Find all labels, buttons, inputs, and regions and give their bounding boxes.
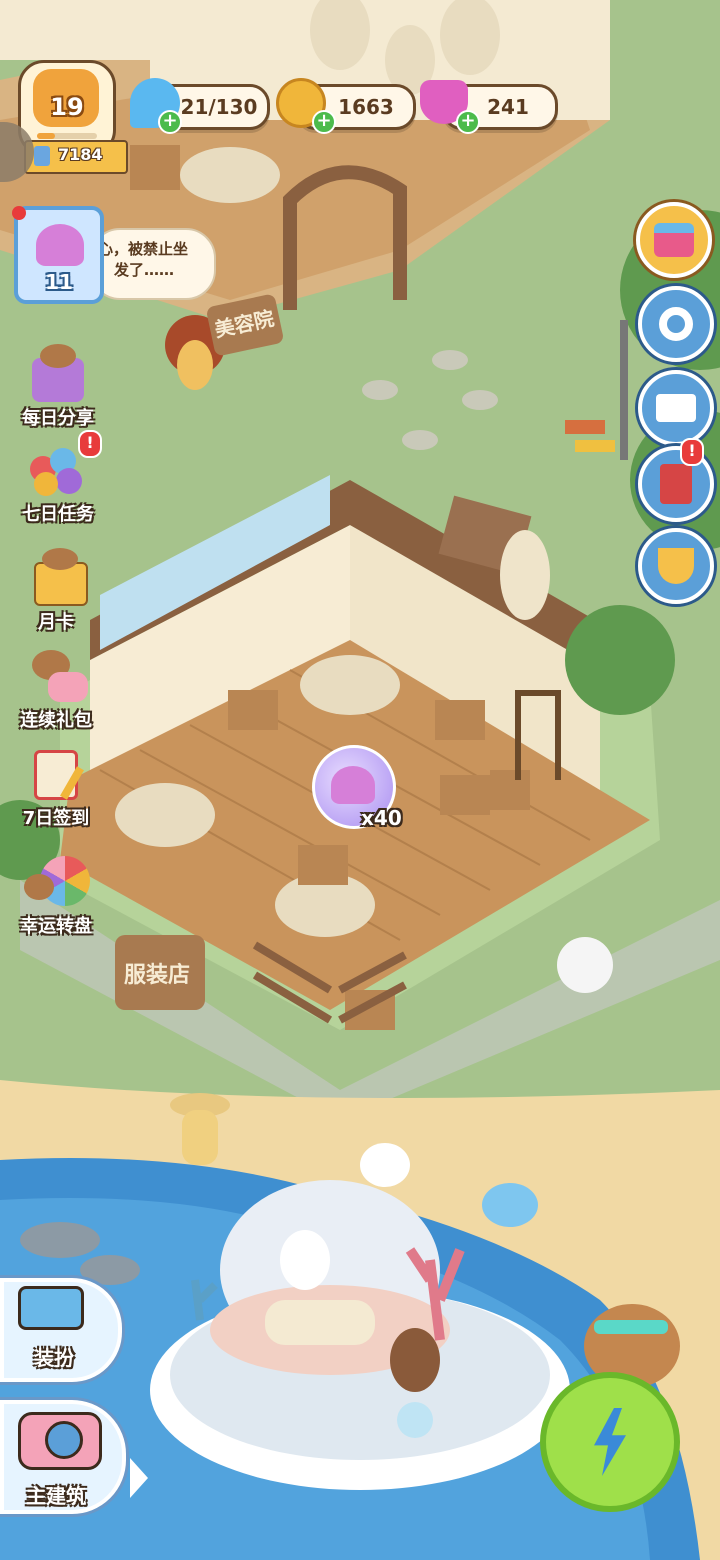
decorate-label: 装扮 <box>34 1346 74 1370</box>
chevron-right-icon[interactable] <box>130 1458 148 1498</box>
piggy-capybara-icon <box>20 646 92 706</box>
brush-icon <box>34 146 50 166</box>
speech-line-1: 心，被禁止坐 <box>98 240 189 258</box>
seven-day-tasks-button[interactable]: 七日任务 ! <box>6 430 110 526</box>
achievements-button[interactable] <box>638 528 714 604</box>
shell-item-box[interactable]: 11 <box>12 206 104 304</box>
shell-reward-bubble[interactable]: x40 <box>312 745 402 830</box>
xp-value: 7184 <box>58 145 103 164</box>
shell-icon <box>331 766 375 804</box>
book-alert-badge: ! <box>680 438 704 466</box>
lucky-wheel-label: 幸运转盘 <box>20 916 92 937</box>
shell-item-count: 11 <box>45 270 73 294</box>
paint-roller-icon <box>18 1286 84 1330</box>
tasks-alert-badge: ! <box>78 430 102 458</box>
seven-day-checkin-label: 7日签到 <box>22 808 90 829</box>
coin-add-button[interactable]: + <box>312 110 336 134</box>
vip-card-icon <box>20 548 92 608</box>
main-building-label: 主建筑 <box>26 1484 86 1508</box>
energy-add-button[interactable]: + <box>158 110 182 134</box>
gear-icon <box>659 307 693 341</box>
daily-share-button[interactable]: 每日分享 <box>6 344 110 430</box>
monthly-card-button[interactable]: 月卡 <box>4 548 108 634</box>
main-building-button[interactable]: 主建筑 <box>0 1400 126 1514</box>
bundle-pack-label: 连续礼包 <box>20 710 92 731</box>
prize-wheel-icon <box>20 852 92 912</box>
level-number: 19 <box>50 93 84 121</box>
camera-icon <box>18 1412 102 1470</box>
bundle-pack-button[interactable]: 连续礼包 <box>4 646 108 732</box>
seven-day-checkin-button[interactable]: 7日签到 <box>4 744 108 830</box>
energy-value: 21/130 <box>180 95 258 119</box>
coin-value: 1663 <box>338 95 394 119</box>
lightning-icon <box>594 1408 626 1476</box>
game-scene[interactable]: 美容院 服装店 心，被禁止坐 发了…… x40 19 7184 21/130 +… <box>0 0 720 1560</box>
seven-day-tasks-label: 七日任务 <box>22 504 94 525</box>
decorate-button[interactable]: 装扮 <box>0 1278 122 1382</box>
shell-item-icon <box>36 224 84 266</box>
trophy-icon <box>658 548 694 584</box>
boost-button[interactable] <box>540 1372 680 1512</box>
clothing-store-sign[interactable]: 服装店 <box>124 957 190 989</box>
book-icon <box>660 464 692 504</box>
xp-ribbon: 7184 <box>24 140 128 174</box>
gem-add-button[interactable]: + <box>456 110 480 134</box>
daily-share-label: 每日分享 <box>22 408 94 429</box>
level-progress <box>37 133 97 139</box>
reward-count: x40 <box>361 806 402 830</box>
shop-icon <box>654 223 694 257</box>
envelope-icon <box>656 394 696 422</box>
mail-button[interactable] <box>638 370 714 446</box>
alert-dot <box>12 206 26 220</box>
gem-value: 241 <box>487 95 529 119</box>
speech-bubble: 心，被禁止坐 发了…… <box>90 228 216 300</box>
settings-button[interactable] <box>638 286 714 362</box>
lucky-wheel-button[interactable]: 幸运转盘 <box>4 852 108 938</box>
shop-button[interactable] <box>636 202 712 278</box>
calendar-icon <box>20 744 92 804</box>
monthly-card-label: 月卡 <box>38 612 74 633</box>
speech-line-2: 发了…… <box>114 261 175 279</box>
gift-capybara-icon <box>22 344 94 404</box>
